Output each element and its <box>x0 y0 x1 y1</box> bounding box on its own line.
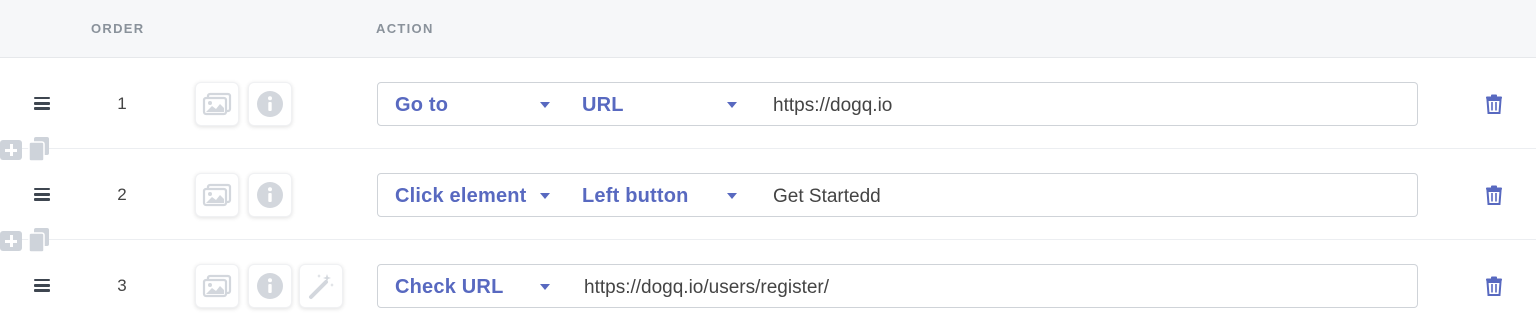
step-row-2: 2 Click element Left button Get Startedd <box>0 149 1536 240</box>
chevron-down-icon <box>540 193 550 199</box>
action-select[interactable]: Click element <box>377 173 569 217</box>
drag-handle-icon[interactable] <box>34 97 50 110</box>
trash-icon[interactable] <box>1484 185 1504 205</box>
chevron-down-icon <box>540 102 550 108</box>
order-column-header: ORDER <box>91 21 145 36</box>
info-button[interactable] <box>248 264 292 308</box>
screenshot-button[interactable] <box>195 173 239 217</box>
info-icon <box>257 91 283 117</box>
action-select[interactable]: Go to <box>377 82 569 126</box>
magic-wand-icon <box>309 274 334 299</box>
value-input[interactable]: Get Startedd <box>757 173 1418 217</box>
step-order-number: 1 <box>117 94 127 113</box>
chevron-down-icon <box>540 284 550 290</box>
target-select[interactable]: URL <box>568 82 758 126</box>
step-row-1: 1 Go to URL https://dogq.io <box>0 58 1536 149</box>
table-header: ORDER ACTION <box>0 0 1536 58</box>
info-icon <box>257 182 283 208</box>
drag-handle-icon[interactable] <box>34 279 50 292</box>
screenshot-button[interactable] <box>195 82 239 126</box>
chevron-down-icon <box>727 102 737 108</box>
step-order-number: 3 <box>117 276 127 295</box>
value-input-text: https://dogq.io <box>773 95 893 116</box>
action-select-value: Check URL <box>395 276 504 298</box>
image-icon <box>202 92 232 116</box>
step-row-3: 3 Check URL https://dogq.io/users/regist… <box>0 240 1536 330</box>
target-select[interactable]: Left button <box>568 173 758 217</box>
trash-icon[interactable] <box>1484 94 1504 114</box>
value-input-text: https://dogq.io/users/register/ <box>584 277 830 298</box>
info-icon <box>257 273 283 299</box>
screenshot-button[interactable] <box>195 264 239 308</box>
action-column-header: ACTION <box>376 21 434 36</box>
value-input-text: Get Startedd <box>773 186 881 207</box>
target-select-value: URL <box>582 94 624 116</box>
image-icon <box>202 183 232 207</box>
chevron-down-icon <box>727 193 737 199</box>
magic-wand-button[interactable] <box>299 264 343 308</box>
info-button[interactable] <box>248 82 292 126</box>
trash-icon[interactable] <box>1484 276 1504 296</box>
step-order-number: 2 <box>117 185 127 204</box>
drag-handle-icon[interactable] <box>34 188 50 201</box>
info-button[interactable] <box>248 173 292 217</box>
target-select-value: Left button <box>582 185 689 207</box>
action-select-value: Click element <box>395 185 527 207</box>
image-icon <box>202 274 232 298</box>
value-input[interactable]: https://dogq.io/users/register/ <box>568 264 1418 308</box>
action-select[interactable]: Check URL <box>377 264 569 308</box>
action-select-value: Go to <box>395 94 449 116</box>
value-input[interactable]: https://dogq.io <box>757 82 1418 126</box>
